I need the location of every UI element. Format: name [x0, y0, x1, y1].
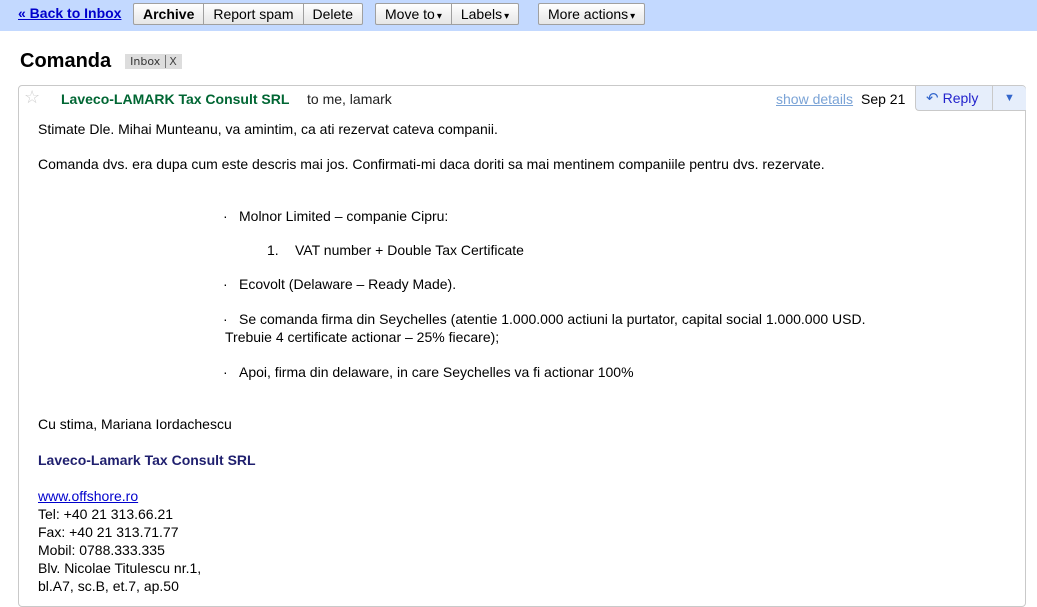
archive-button[interactable]: Archive: [133, 3, 205, 25]
show-details-link[interactable]: show details: [776, 91, 853, 107]
signature-website-link[interactable]: www.offshore.ro: [38, 487, 201, 505]
bullet-icon: ·: [223, 208, 228, 224]
more-actions-button[interactable]: More actions ▾: [538, 3, 646, 25]
labels-label: Labels: [460, 6, 503, 22]
message-card: ☆ Laveco-LAMARK Tax Consult SRL to me, l…: [18, 85, 1026, 607]
reply-button[interactable]: ↶ Reply: [916, 86, 992, 110]
more-actions-label: More actions: [548, 6, 629, 22]
reply-control: ↶ Reply ▼: [915, 86, 1026, 111]
chevron-down-icon: ▾: [504, 11, 510, 22]
inbox-label-chip: Inbox X: [125, 53, 182, 69]
subject-row: Comanda Inbox X: [20, 47, 182, 75]
message-date: Sep 21: [861, 91, 906, 107]
back-to-inbox-link[interactable]: « Back to Inbox: [18, 5, 121, 21]
report-spam-button[interactable]: Report spam: [204, 3, 304, 25]
chevron-down-icon: ▼: [1004, 92, 1015, 104]
message-header: ☆ Laveco-LAMARK Tax Consult SRL to me, l…: [19, 86, 1026, 111]
remove-label-icon[interactable]: X: [165, 54, 177, 68]
inbox-label[interactable]: Inbox: [130, 55, 160, 68]
list-subitem: VAT number + Double Tax Certificate: [295, 242, 524, 258]
list-item: Molnor Limited – companie Cipru:: [239, 208, 449, 224]
list-item: Ecovolt (Delaware – Ready Made).: [239, 276, 457, 292]
signature-address-line2: bl.A7, sc.B, et.7, ap.50: [38, 578, 179, 594]
reply-arrow-icon: ↶: [926, 90, 939, 107]
greeting-text: Stimate Dle. Mihai Munteanu, va amintim,…: [38, 121, 498, 137]
list-item: Apoi, firma din delaware, in care Seyche…: [239, 364, 634, 380]
sender-name[interactable]: Laveco-LAMARK Tax Consult SRL: [61, 91, 289, 107]
chevron-down-icon: ▾: [436, 11, 442, 22]
signature-address-line1: Blv. Nicolae Titulescu nr.1,: [38, 560, 202, 576]
closing-text: Cu stima, Mariana Iordachescu: [38, 416, 232, 432]
star-icon[interactable]: ☆: [24, 87, 40, 108]
chevron-down-icon: ▾: [630, 11, 636, 22]
subitem-number: 1.: [267, 242, 279, 258]
move-label-button-group: Move to ▾ Labels ▾: [375, 3, 520, 25]
reply-options-dropdown[interactable]: ▼: [992, 86, 1026, 110]
bullet-icon: ·: [223, 276, 228, 292]
move-to-label: Move to: [385, 6, 435, 22]
bullet-icon: ·: [223, 311, 228, 327]
action-button-group: Archive Report spam Delete: [133, 3, 363, 25]
signature-mobil: Mobil: 0788.333.335: [38, 542, 165, 558]
signature-block: www.offshore.ro Tel: +40 21 313.66.21 Fa…: [38, 487, 201, 595]
delete-button[interactable]: Delete: [303, 3, 363, 25]
list-item: Se comanda firma din Seychelles (atentie…: [239, 311, 866, 327]
thread-subject: Comanda: [20, 49, 112, 72]
more-actions-group: More actions ▾: [538, 3, 646, 25]
toolbar: « Back to Inbox Archive Report spam Dele…: [0, 0, 1037, 31]
list-item-continuation: Trebuie 4 certificate actionar – 25% fie…: [225, 329, 500, 345]
bullet-icon: ·: [223, 364, 228, 380]
labels-button[interactable]: Labels ▾: [451, 3, 520, 25]
signature-fax: Fax: +40 21 313.71.77: [38, 524, 179, 540]
reply-label: Reply: [942, 90, 979, 106]
move-to-button[interactable]: Move to ▾: [375, 3, 452, 25]
intro-text: Comanda dvs. era dupa cum este descris m…: [38, 156, 825, 172]
recipients: to me, lamark: [307, 91, 392, 107]
signature-tel: Tel: +40 21 313.66.21: [38, 506, 174, 522]
signature-company: Laveco-Lamark Tax Consult SRL: [38, 452, 256, 468]
